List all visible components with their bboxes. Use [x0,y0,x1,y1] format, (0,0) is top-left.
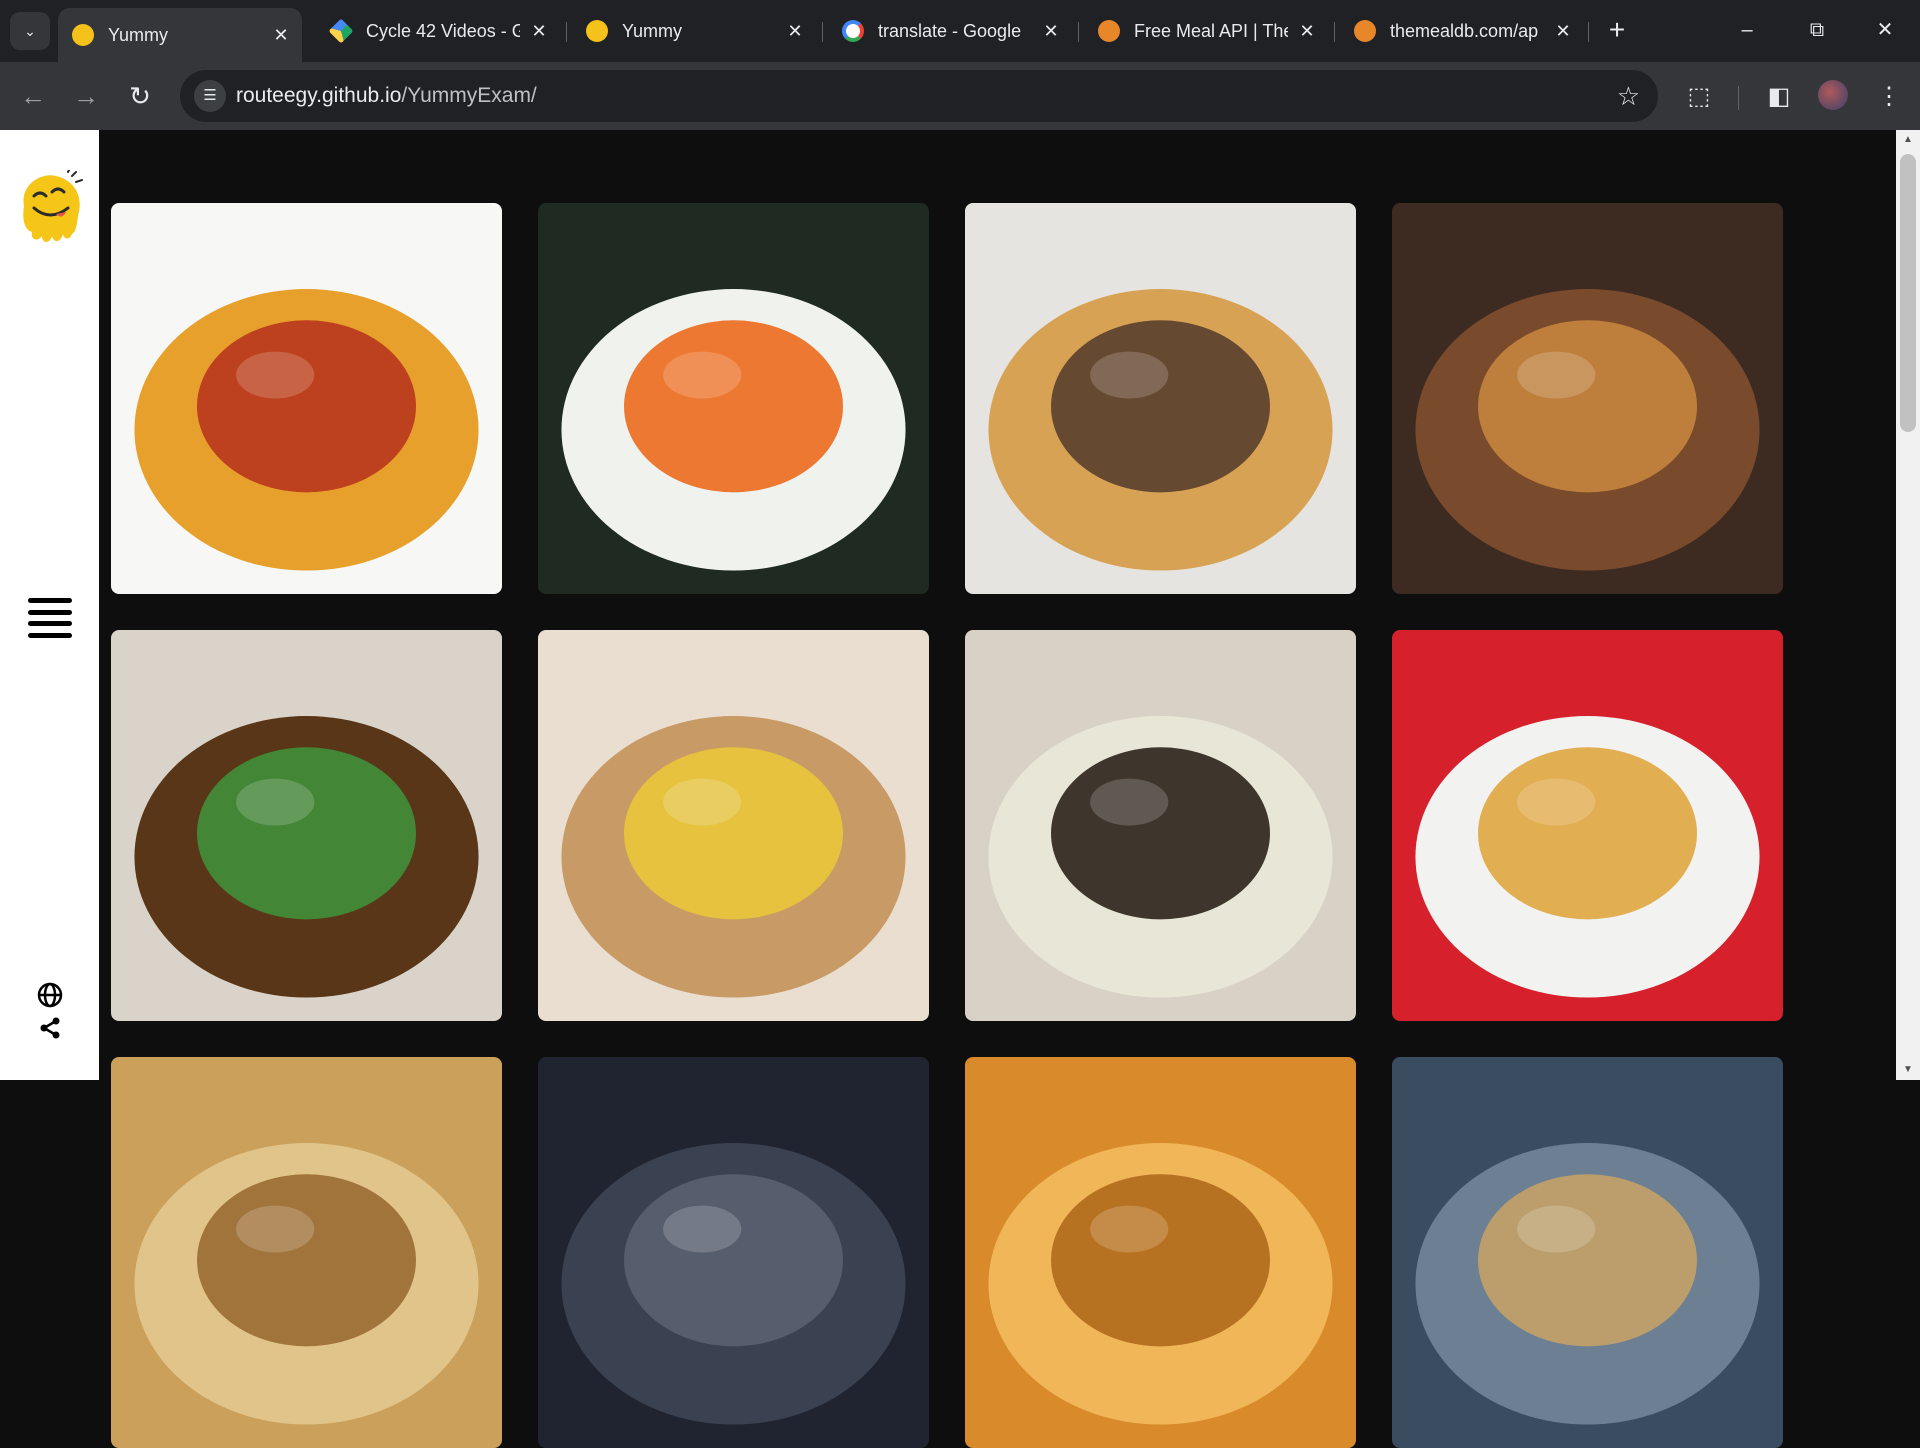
globe-icon[interactable] [37,982,63,1008]
tab-title: Cycle 42 Videos - G [366,20,520,41]
tab-themealdb[interactable]: themealdb.com/ap ✕ [1340,10,1584,52]
menu-kebab-icon[interactable]: ⋮ [1872,80,1906,114]
google-drive-favicon-icon [328,18,354,44]
toolbar-divider [1738,86,1739,110]
google-favicon-icon [842,20,864,42]
close-icon[interactable]: ✕ [1040,21,1062,42]
tab-free-meal-api[interactable]: Free Meal API | The ✕ [1084,10,1328,52]
meal-image [111,203,502,594]
meal-card[interactable] [111,203,502,594]
meal-image [1392,630,1783,1021]
menu-bar [28,609,72,615]
tab-title: translate - Google [878,20,1022,41]
meal-image [1392,1057,1783,1448]
tab-search-button[interactable]: ⌄ [10,12,50,50]
forward-button[interactable]: → [68,78,104,114]
side-panel-icon[interactable]: ◧ [1762,80,1796,114]
scrollbar-thumb[interactable] [1900,154,1916,432]
menu-bar [28,598,72,603]
scroll-down-arrow-icon[interactable]: ▼ [1896,1060,1920,1080]
yummy-logo-icon[interactable] [16,169,84,246]
meal-image [965,1057,1356,1448]
back-button[interactable]: ← [15,78,51,114]
minimize-button[interactable]: – [1724,12,1770,48]
yummy-favicon-icon [72,24,94,46]
tab-divider [1588,22,1589,42]
tab-divider [1078,22,1079,42]
meal-image [111,1057,502,1448]
tab-title: Free Meal API | The [1134,20,1288,41]
meal-card[interactable] [1392,203,1783,594]
mealdb-favicon-icon [1354,20,1376,42]
meal-image [965,203,1356,594]
profile-avatar[interactable] [1818,80,1848,110]
meal-card[interactable] [1392,1057,1783,1448]
meal-image [538,1057,929,1448]
close-icon[interactable]: ✕ [528,21,550,42]
hamburger-menu-button[interactable] [28,596,72,640]
meal-card[interactable] [111,1057,502,1448]
tab-divider [1334,22,1335,42]
mealdb-favicon-icon [1098,20,1120,42]
url-host: routeegy.github.io [236,84,402,107]
close-icon[interactable]: ✕ [1296,21,1318,42]
side-nav [0,130,99,1080]
close-icon[interactable]: ✕ [1552,21,1574,42]
bookmark-star-icon[interactable]: ☆ [1617,81,1640,111]
meal-card[interactable] [965,630,1356,1021]
tab-title: Yummy [108,24,169,45]
meal-image [1392,203,1783,594]
tab-yummy-active[interactable]: Yummy ✕ [58,8,302,62]
meal-card[interactable] [538,630,929,1021]
site-settings-icon[interactable]: ☰ [194,80,226,112]
meal-card[interactable] [965,203,1356,594]
chevron-down-icon: ⌄ [24,22,36,39]
scroll-up-arrow-icon[interactable]: ▲ [1896,130,1920,150]
share-icon[interactable] [38,1016,62,1040]
meal-card[interactable] [538,1057,929,1448]
browser-toolbar: ← → ↻ ☰ routeegy.github.io/YummyExam/ ☆ … [0,62,1920,130]
close-window-button[interactable]: ✕ [1862,12,1908,48]
tab-strip: ⌄ Yummy ✕ Cycle 42 Videos - G ✕ Yummy ✕ … [0,0,1920,62]
url-path: /YummyExam/ [401,84,537,107]
new-tab-button[interactable]: + [1600,14,1634,48]
extensions-icon[interactable]: ⬚ [1682,80,1716,114]
tab-cycle-videos[interactable]: Cycle 42 Videos - G ✕ [316,10,560,52]
meal-card[interactable] [538,203,929,594]
restore-button[interactable]: ⧉ [1794,12,1840,48]
tab-divider [566,22,567,42]
page-content [0,130,1896,1448]
side-icons [36,982,64,1040]
tab-yummy-2[interactable]: Yummy ✕ [572,10,816,52]
address-bar[interactable]: ☰ routeegy.github.io/YummyExam/ ☆ [180,70,1658,122]
tab-divider [822,22,823,42]
reload-button[interactable]: ↻ [122,78,158,114]
meal-image [538,630,929,1021]
page-scrollbar[interactable]: ▲ ▼ [1896,130,1920,1080]
url-text[interactable]: routeegy.github.io/YummyExam/ [236,84,537,108]
meal-card[interactable] [111,630,502,1021]
meal-image [111,630,502,1021]
menu-bar [28,621,72,627]
close-icon[interactable]: ✕ [270,25,292,46]
yummy-favicon-icon [586,20,608,42]
menu-bar [28,632,72,638]
close-icon[interactable]: ✕ [784,21,806,42]
meal-image [965,630,1356,1021]
tab-translate[interactable]: translate - Google ✕ [828,10,1072,52]
meal-card[interactable] [1392,630,1783,1021]
tab-title: Yummy [622,20,683,41]
meal-card[interactable] [965,1057,1356,1448]
tab-title: themealdb.com/ap [1390,20,1539,41]
meal-image [538,203,929,594]
